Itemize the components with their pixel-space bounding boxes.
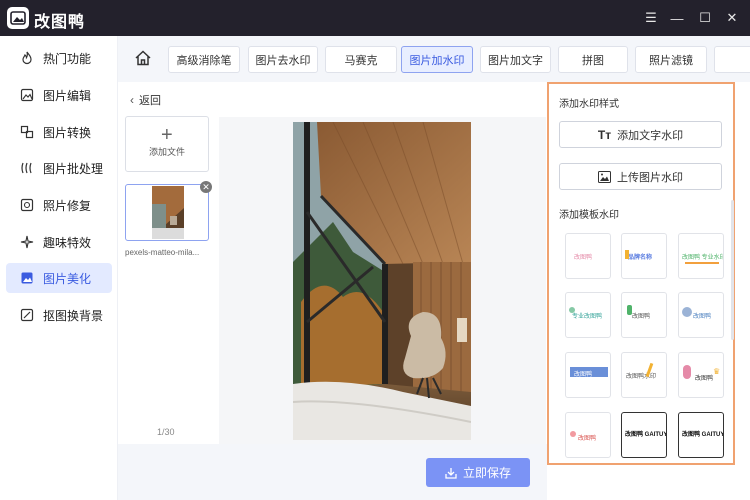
watermark-template[interactable]: 改图鸭 GAITUYA: [621, 412, 667, 458]
image-icon: [598, 170, 611, 183]
sidebar-item-convert[interactable]: 图片转换: [6, 117, 112, 147]
back-button[interactable]: ‹ 返回: [130, 92, 161, 108]
tab-advanced-eraser[interactable]: 高级消除笔: [168, 46, 240, 73]
sidebar-item-beautify[interactable]: 图片美化: [6, 263, 112, 293]
watermark-template[interactable]: 改图鸭: [565, 412, 611, 458]
watermark-template[interactable]: 改图鸭: [565, 352, 611, 398]
file-thumbnail[interactable]: [125, 184, 209, 241]
sidebar-item-label: 图片美化: [43, 271, 92, 286]
sidebar-item-label: 照片修复: [43, 198, 92, 213]
app-logo: [7, 7, 29, 29]
sidebar-item-label: 图片编辑: [43, 88, 92, 103]
watermark-template[interactable]: 改图鸭水印: [621, 352, 667, 398]
file-name: pexels-matteo-mila...: [125, 248, 200, 257]
thumbnail-image: [152, 186, 184, 239]
add-text-watermark-label: 添加文字水印: [617, 129, 684, 142]
close-icon[interactable]: ✕: [723, 9, 741, 27]
repair-icon: [19, 197, 35, 213]
watermark-template[interactable]: 改图鸭 GAITUYA: [678, 412, 724, 458]
tab-more[interactable]: [714, 46, 750, 73]
sidebar-item-label: 抠图换背景: [43, 308, 104, 323]
tab-add-watermark[interactable]: 图片加水印: [401, 46, 473, 73]
sidebar-item-label: 趣味特效: [43, 235, 92, 250]
maximize-icon[interactable]: ☐: [696, 9, 714, 27]
watermark-template[interactable]: 专业改图鸭: [565, 292, 611, 338]
home-icon[interactable]: [134, 49, 154, 69]
toolbar: 高级消除笔 图片去水印 马赛克 图片加水印 图片加文字 拼图 照片滤镜: [118, 36, 750, 82]
sidebar-item-hot[interactable]: 热门功能: [6, 43, 112, 73]
template-section-title: 添加模板水印: [559, 210, 619, 221]
minimize-icon[interactable]: —: [668, 9, 686, 27]
batch-icon: [19, 160, 35, 176]
sidebar-item-label: 图片批处理: [43, 161, 104, 176]
chevron-left-icon: ‹: [130, 93, 134, 107]
image-edit-icon: [19, 87, 35, 103]
sidebar-item-edit[interactable]: 图片编辑: [6, 80, 112, 110]
watermark-template[interactable]: 品牌名称: [621, 233, 667, 279]
upload-image-watermark-label: 上传图片水印: [617, 171, 683, 184]
preview-image: [293, 122, 471, 440]
watermark-panel: 添加水印样式 Tт 添加文字水印 上传图片水印 添加模板水印 改图鸭 品牌名称 …: [547, 82, 735, 465]
save-label: 立即保存: [462, 466, 511, 480]
sidebar-item-repair[interactable]: 照片修复: [6, 190, 112, 220]
style-section-title: 添加水印样式: [559, 99, 619, 110]
page-count: 1/30: [157, 427, 175, 437]
watermark-template[interactable]: 改图鸭: [678, 292, 724, 338]
add-file-button[interactable]: + 添加文件: [125, 116, 209, 172]
sidebar-item-label: 热门功能: [43, 51, 92, 66]
sidebar-item-effects[interactable]: 趣味特效: [6, 227, 112, 257]
sparkle-icon: [19, 234, 35, 250]
sidebar-item-label: 图片转换: [43, 125, 92, 140]
watermark-template[interactable]: 改图鸭: [565, 233, 611, 279]
beautify-icon: [19, 270, 35, 286]
watermark-template[interactable]: 改图鸭: [621, 292, 667, 338]
save-button[interactable]: 立即保存: [426, 458, 530, 487]
tab-remove-watermark[interactable]: 图片去水印: [248, 46, 318, 73]
back-label: 返回: [139, 95, 161, 107]
cutout-icon: [19, 307, 35, 323]
add-text-watermark-button[interactable]: Tт 添加文字水印: [559, 121, 722, 148]
flame-icon: [19, 50, 35, 66]
remove-file-icon[interactable]: ✕: [200, 181, 212, 193]
panel-scrollbar[interactable]: [731, 200, 734, 340]
text-tt-icon: Tт: [597, 127, 612, 142]
tab-collage[interactable]: 拼图: [558, 46, 628, 73]
convert-icon: [19, 124, 35, 140]
menu-icon[interactable]: ☰: [642, 9, 660, 27]
save-icon: [445, 467, 457, 479]
sidebar-item-cutout[interactable]: 抠图换背景: [6, 300, 112, 330]
upload-image-watermark-button[interactable]: 上传图片水印: [559, 163, 722, 190]
tab-photo-filter[interactable]: 照片滤镜: [635, 46, 707, 73]
watermark-template[interactable]: 改图鸭 ♛: [678, 352, 724, 398]
add-file-label: 添加文件: [148, 147, 185, 157]
title-bar: 改图鸭 ☰ — ☐ ✕: [0, 0, 750, 36]
sidebar-item-batch[interactable]: 图片批处理: [6, 153, 112, 183]
watermark-template[interactable]: 改图鸭 专业水印: [678, 233, 724, 279]
app-title: 改图鸭: [34, 14, 86, 31]
plus-icon: +: [161, 124, 173, 146]
tab-mosaic[interactable]: 马赛克: [325, 46, 397, 73]
tab-add-text[interactable]: 图片加文字: [480, 46, 551, 73]
